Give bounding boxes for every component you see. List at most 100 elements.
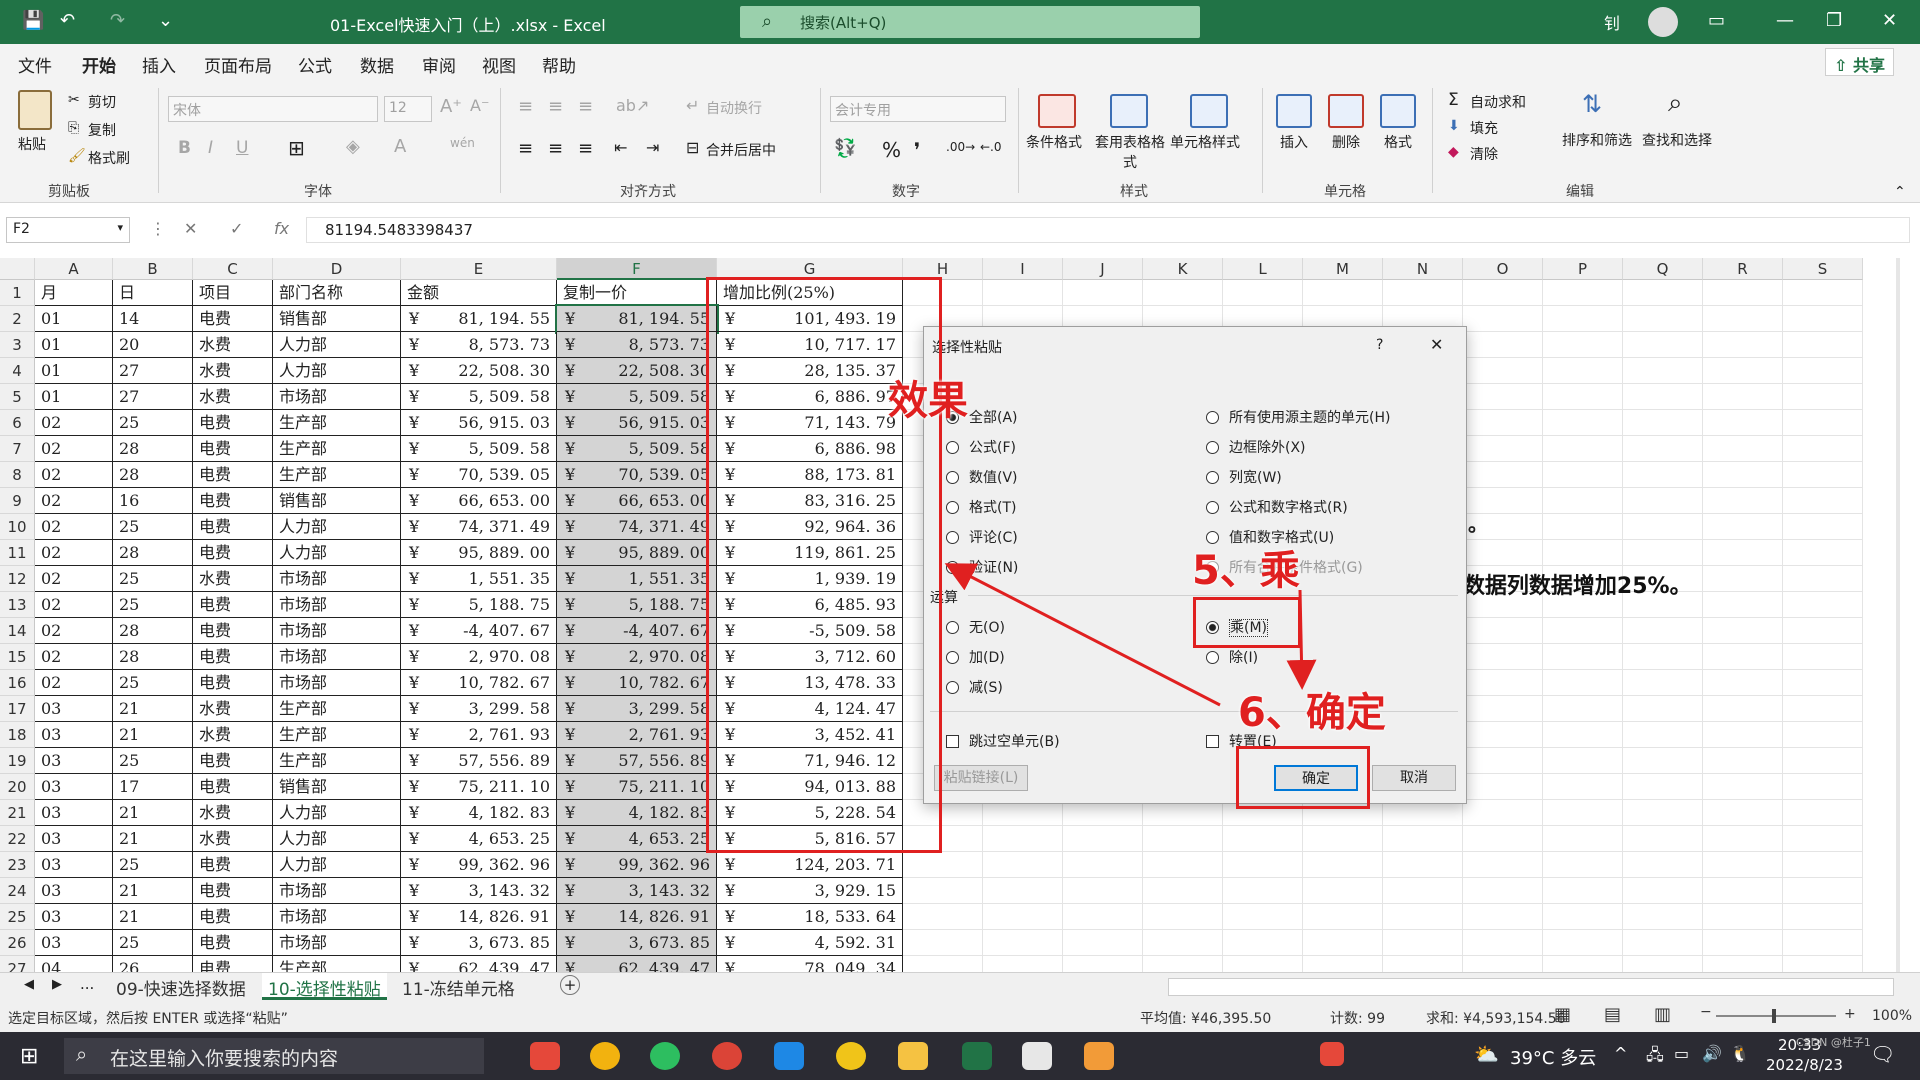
empty-cell[interactable] — [1463, 826, 1543, 852]
vertical-scrollbar[interactable] — [1896, 258, 1900, 972]
row-header[interactable]: 7 — [0, 436, 35, 462]
empty-cell[interactable] — [983, 904, 1063, 930]
clock-date[interactable]: 2022/8/23 — [1766, 1056, 1843, 1074]
amount-cell[interactable]: ¥4, 653. 25 — [557, 826, 717, 852]
amount-cell[interactable]: ¥74, 371. 49 — [401, 514, 557, 540]
app-icon-vscode[interactable] — [774, 1042, 804, 1070]
font-color-icon[interactable]: A — [394, 136, 406, 157]
empty-cell[interactable] — [1783, 436, 1863, 462]
table-cell[interactable]: 02 — [35, 436, 113, 462]
autosum-button[interactable]: 自动求和 — [1470, 92, 1526, 112]
empty-cell[interactable] — [1463, 774, 1543, 800]
empty-cell[interactable] — [1623, 462, 1703, 488]
table-cell[interactable]: 人力部 — [273, 826, 401, 852]
underline-icon[interactable]: U — [236, 138, 248, 158]
app-icon-x[interactable] — [1084, 1042, 1114, 1070]
ime-icon[interactable]: 🐧 — [1730, 1044, 1750, 1063]
header-cell[interactable]: 月 — [35, 280, 113, 306]
empty-cell[interactable] — [1543, 618, 1623, 644]
table-cell[interactable]: 03 — [35, 722, 113, 748]
column-header[interactable]: K — [1143, 258, 1223, 280]
comma-icon[interactable]: ❜ — [914, 138, 920, 162]
font-size-select[interactable]: 12 — [384, 96, 432, 122]
empty-cell[interactable] — [1623, 826, 1703, 852]
table-cell[interactable]: 水费 — [193, 826, 273, 852]
fill-color-icon[interactable]: ◈ — [346, 136, 360, 157]
table-cell[interactable]: 25 — [113, 592, 193, 618]
column-header[interactable]: F — [557, 258, 717, 280]
table-cell[interactable]: 电费 — [193, 904, 273, 930]
table-cell[interactable]: 03 — [35, 774, 113, 800]
align-bottom-icon[interactable]: ≡ — [578, 96, 593, 117]
zoom-in-icon[interactable]: + — [1844, 1006, 1856, 1022]
empty-cell[interactable] — [1303, 878, 1383, 904]
empty-cell[interactable] — [1703, 358, 1783, 384]
empty-cell[interactable] — [1783, 410, 1863, 436]
row-header[interactable]: 13 — [0, 592, 35, 618]
cancel-entry-icon[interactable]: ✕ — [184, 219, 197, 238]
table-cell[interactable]: 市场部 — [273, 644, 401, 670]
empty-cell[interactable] — [1623, 306, 1703, 332]
amount-cell[interactable]: ¥81, 194. 55 — [401, 306, 557, 332]
empty-cell[interactable] — [1143, 878, 1223, 904]
empty-cell[interactable] — [1623, 410, 1703, 436]
empty-cell[interactable] — [1463, 332, 1543, 358]
amount-cell[interactable]: ¥14, 826. 91 — [557, 904, 717, 930]
table-cell[interactable]: 02 — [35, 618, 113, 644]
borders-icon[interactable]: ⊞ — [288, 136, 305, 160]
table-cell[interactable]: 电费 — [193, 644, 273, 670]
amount-cell[interactable]: ¥22, 508. 30 — [557, 358, 717, 384]
op-add-option[interactable]: 加(D) — [946, 647, 1005, 667]
empty-cell[interactable] — [1783, 306, 1863, 332]
empty-cell[interactable] — [1543, 540, 1623, 566]
wrap-text-button[interactable]: 自动换行 — [706, 98, 762, 118]
empty-cell[interactable] — [1543, 384, 1623, 410]
empty-cell[interactable] — [1783, 696, 1863, 722]
empty-cell[interactable] — [1623, 774, 1703, 800]
amount-cell[interactable]: ¥10, 782. 67 — [401, 670, 557, 696]
empty-cell[interactable] — [1783, 956, 1863, 972]
table-cell[interactable]: 电费 — [193, 488, 273, 514]
empty-cell[interactable] — [1543, 670, 1623, 696]
amount-cell[interactable]: ¥ -4, 407. 67 — [557, 618, 717, 644]
empty-cell[interactable] — [1543, 488, 1623, 514]
empty-cell[interactable] — [1543, 514, 1623, 540]
grow-font-icon[interactable]: A⁺ — [440, 96, 462, 117]
table-cell[interactable]: 销售部 — [273, 774, 401, 800]
empty-cell[interactable] — [1463, 280, 1543, 306]
empty-cell[interactable] — [1703, 722, 1783, 748]
align-right-icon[interactable]: ≡ — [578, 138, 593, 159]
table-cell[interactable]: 销售部 — [273, 306, 401, 332]
table-cell[interactable]: 电费 — [193, 670, 273, 696]
table-cell[interactable]: 水费 — [193, 566, 273, 592]
paste-comments-option[interactable]: 评论(C) — [946, 527, 1018, 547]
empty-cell[interactable] — [1063, 826, 1143, 852]
table-cell[interactable]: 电费 — [193, 592, 273, 618]
empty-cell[interactable] — [1783, 462, 1863, 488]
ribbon-display-icon[interactable]: ▭ — [1708, 10, 1725, 31]
table-cell[interactable]: 02 — [35, 644, 113, 670]
table-cell[interactable]: 人力部 — [273, 358, 401, 384]
row-header[interactable]: 1 — [0, 280, 35, 306]
empty-cell[interactable] — [1783, 852, 1863, 878]
font-name-select[interactable]: 宋体 — [168, 96, 378, 122]
amount-cell[interactable]: ¥2, 761. 93 — [557, 722, 717, 748]
table-cell[interactable]: 市场部 — [273, 618, 401, 644]
empty-cell[interactable] — [1623, 930, 1703, 956]
table-cell[interactable]: 市场部 — [273, 670, 401, 696]
amount-cell[interactable]: ¥56, 915. 03 — [401, 410, 557, 436]
empty-cell[interactable] — [1463, 878, 1543, 904]
amount-cell[interactable]: ¥70, 539. 05 — [557, 462, 717, 488]
empty-cell[interactable] — [1223, 826, 1303, 852]
empty-cell[interactable] — [1463, 670, 1543, 696]
app-icon-chrome[interactable] — [712, 1042, 742, 1070]
amount-cell[interactable]: ¥2, 970. 08 — [557, 644, 717, 670]
empty-cell[interactable] — [1783, 332, 1863, 358]
format-painter-button[interactable]: 格式刷 — [88, 148, 130, 168]
header-cell[interactable]: 项目 — [193, 280, 273, 306]
amount-cell[interactable]: ¥8, 573. 73 — [557, 332, 717, 358]
column-header[interactable]: I — [983, 258, 1063, 280]
table-cell[interactable]: 人力部 — [273, 332, 401, 358]
empty-cell[interactable] — [1303, 930, 1383, 956]
empty-cell[interactable] — [1703, 644, 1783, 670]
